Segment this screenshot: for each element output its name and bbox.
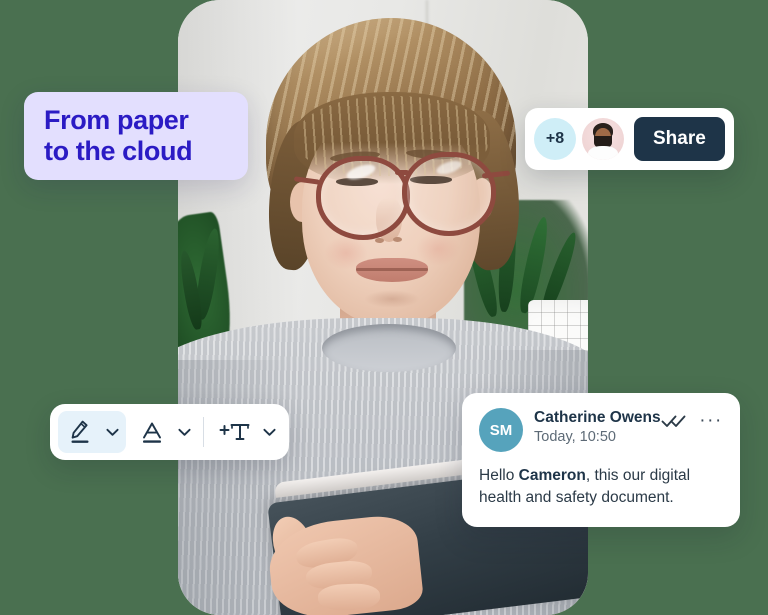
sweater-collar bbox=[322, 324, 456, 372]
banner-headline: From paper to the cloud bbox=[44, 105, 193, 166]
subject-nostril-right bbox=[393, 237, 402, 242]
additional-collaborators-badge[interactable]: +8 bbox=[534, 118, 576, 160]
double-check-icon bbox=[661, 415, 686, 427]
message-card: SM Catherine Owens Today, 10:50 ··· Hell… bbox=[462, 393, 740, 527]
underlined-a-icon bbox=[143, 422, 161, 443]
message-body-mention: Cameron bbox=[518, 467, 586, 484]
chevron-down-icon bbox=[105, 428, 119, 436]
avatar-shirt bbox=[588, 146, 618, 160]
message-body-prefix: Hello bbox=[479, 467, 519, 484]
from-paper-to-the-cloud-banner: From paper to the cloud bbox=[24, 92, 248, 180]
share-card: +8 Share bbox=[525, 108, 734, 170]
pen-icon bbox=[71, 420, 89, 443]
screenshot-stage: From paper to the cloud +8 Share SM Cath… bbox=[0, 0, 768, 615]
message-body: Hello Cameron, this our digital health a… bbox=[479, 465, 723, 510]
plus-badge-label: +8 bbox=[545, 130, 565, 147]
text-format-tool-group bbox=[132, 411, 196, 453]
subject-lip-line bbox=[356, 268, 428, 271]
annotation-toolbar bbox=[50, 404, 289, 460]
collaborator-avatar[interactable] bbox=[582, 118, 624, 160]
add-text-tool-group bbox=[211, 411, 281, 453]
pen-tool-button[interactable] bbox=[60, 411, 100, 453]
add-text-tool-button[interactable] bbox=[211, 411, 257, 453]
message-actions: ··· bbox=[661, 408, 723, 430]
text-format-tool-dropdown[interactable] bbox=[172, 411, 196, 453]
message-sender-name: Catherine Owens bbox=[534, 409, 661, 426]
avatar-initials: SM bbox=[489, 421, 513, 439]
message-sender-meta: Catherine Owens Today, 10:50 bbox=[534, 408, 661, 447]
subject-chin-shadow bbox=[364, 290, 420, 308]
text-format-tool-button[interactable] bbox=[132, 411, 172, 453]
message-header: SM Catherine Owens Today, 10:50 ··· bbox=[479, 408, 723, 452]
pen-tool-dropdown[interactable] bbox=[100, 411, 124, 453]
subject-cheek-right bbox=[416, 232, 460, 266]
pen-tool-group bbox=[58, 411, 126, 453]
add-text-tool-dropdown[interactable] bbox=[257, 411, 281, 453]
share-button[interactable]: Share bbox=[634, 117, 725, 161]
chevron-down-icon bbox=[262, 428, 276, 436]
plus-t-icon bbox=[219, 424, 250, 440]
subject-nostril-left bbox=[375, 238, 384, 243]
message-timestamp: Today, 10:50 bbox=[534, 429, 616, 446]
toolbar-divider bbox=[203, 417, 204, 447]
chevron-down-icon bbox=[177, 428, 191, 436]
message-overflow-menu[interactable]: ··· bbox=[699, 411, 723, 430]
message-sender-avatar[interactable]: SM bbox=[479, 408, 523, 452]
eyeglasses-bridge bbox=[395, 170, 409, 175]
